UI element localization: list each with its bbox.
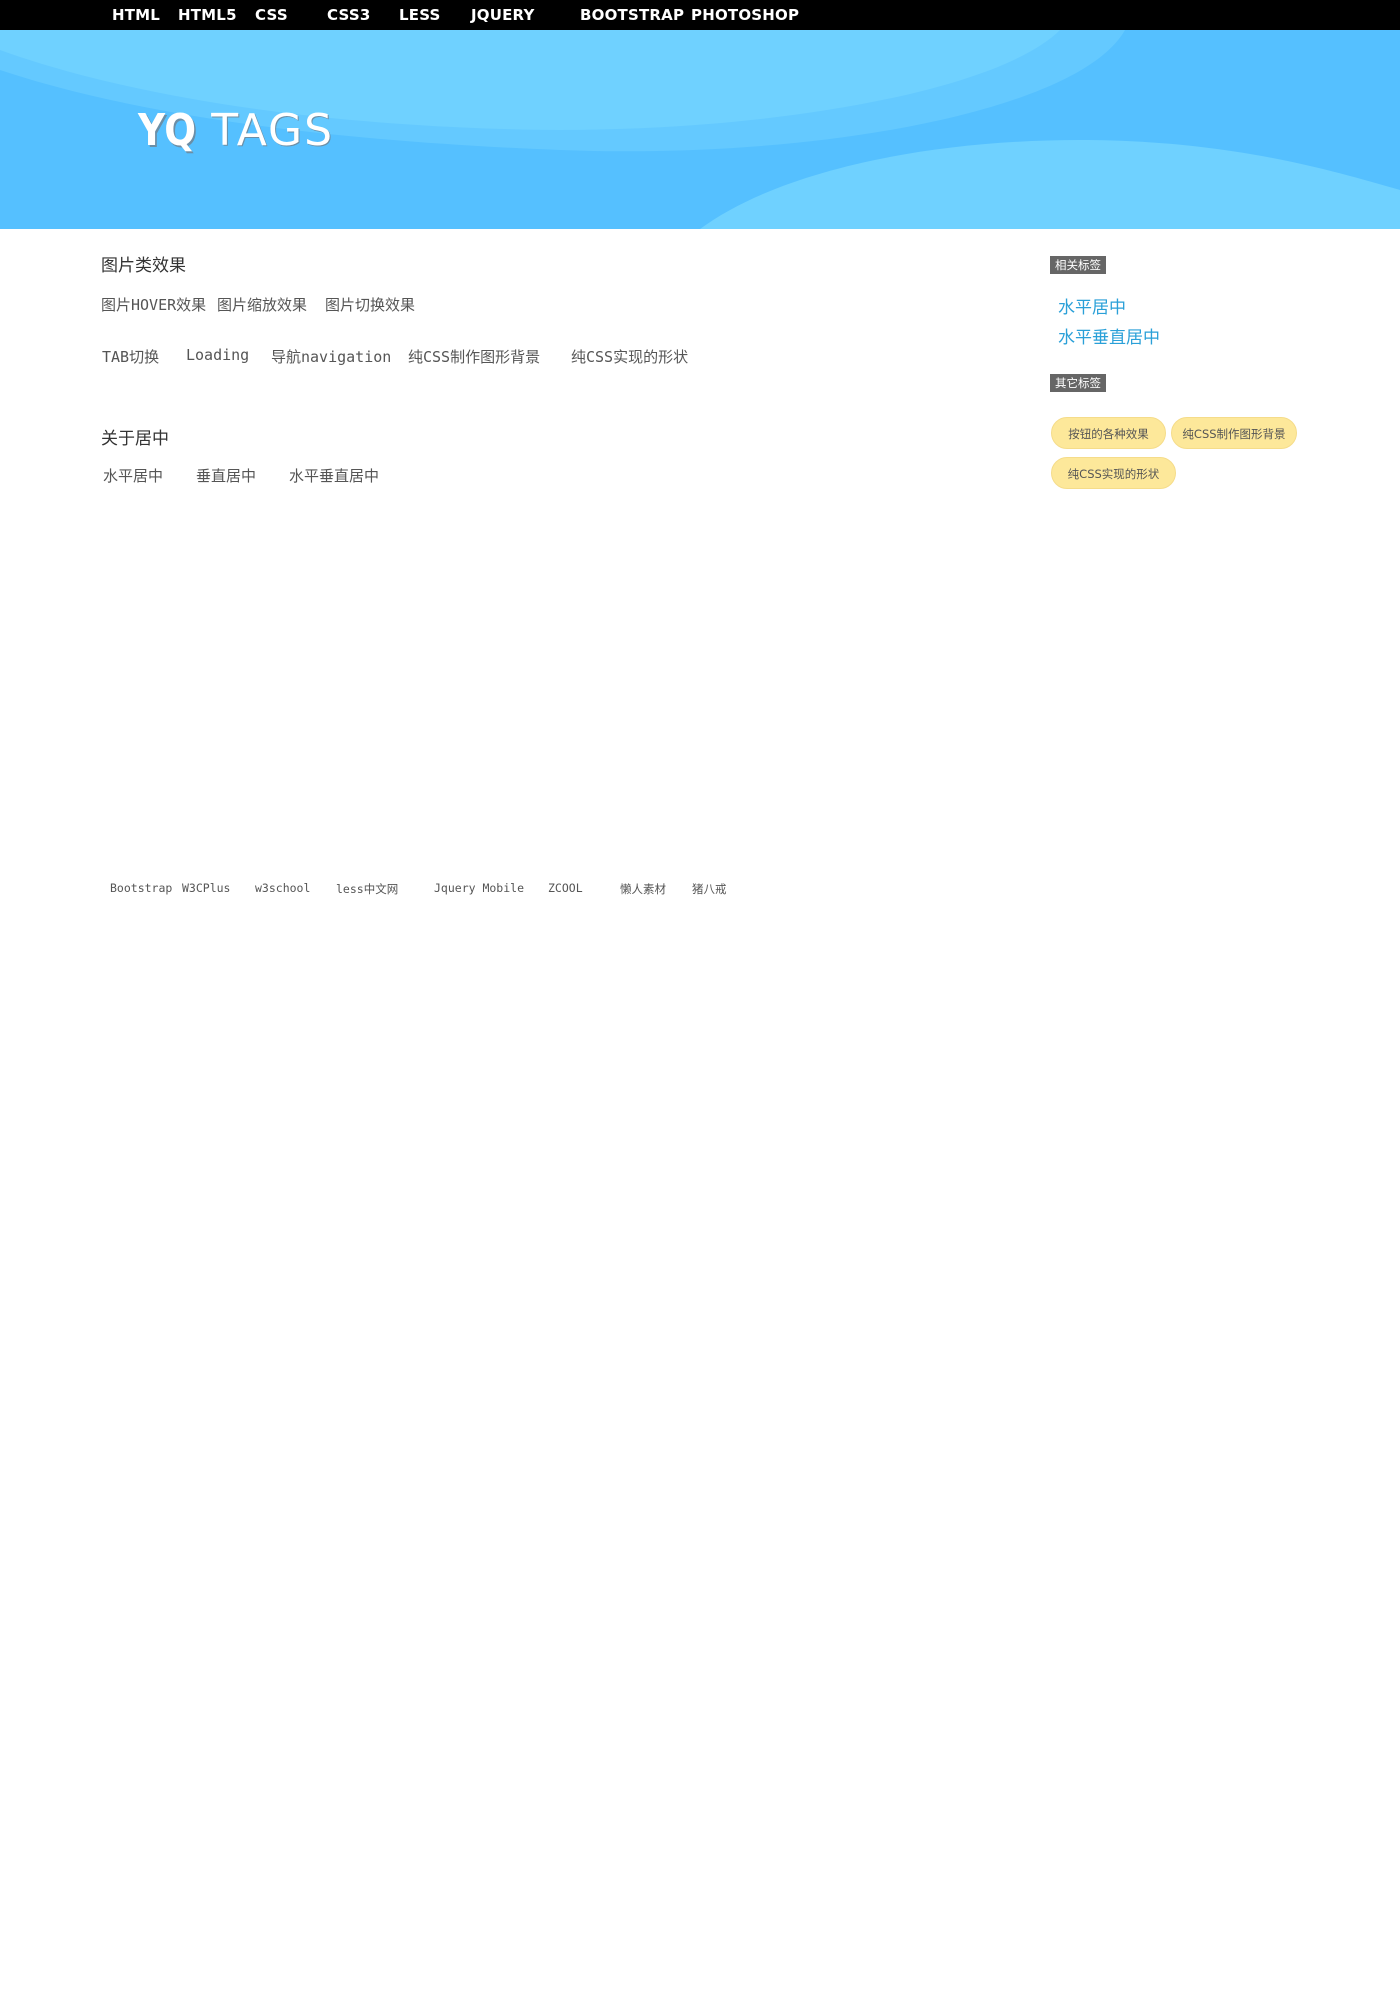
section-title-centering: 关于居中	[101, 429, 169, 449]
related-tag-hv-center[interactable]: 水平垂直居中	[1058, 323, 1160, 348]
tag-link-loading[interactable]: Loading	[186, 346, 249, 364]
nav-item-jquery[interactable]: JQUERY	[471, 0, 535, 30]
logo-tags: TAGS	[211, 105, 335, 156]
friend-link-jquery-mobile[interactable]: Jquery Mobile	[434, 881, 524, 895]
other-tag-css-bg[interactable]: 纯CSS制作图形背景	[1171, 417, 1297, 449]
tag-link-css-bg[interactable]: 纯CSS制作图形背景	[408, 346, 540, 367]
tag-link-image-switch[interactable]: 图片切换效果	[325, 294, 415, 315]
site-logo[interactable]: YQ TAGS	[138, 105, 334, 165]
nav-item-css[interactable]: CSS	[255, 0, 288, 30]
tag-link-vertical-center[interactable]: 垂直居中	[196, 465, 256, 486]
other-tag-css-shapes[interactable]: 纯CSS实现的形状	[1051, 457, 1176, 489]
header-banner: YQ TAGS	[0, 30, 1400, 229]
nav-item-bootstrap[interactable]: BOOTSTRAP	[580, 0, 684, 30]
nav-item-less[interactable]: LESS	[399, 0, 441, 30]
friend-link-bootstrap[interactable]: Bootstrap	[110, 881, 172, 895]
other-tag-button-effects[interactable]: 按钮的各种效果	[1051, 417, 1166, 449]
friend-link-less[interactable]: less中文网	[336, 881, 398, 897]
sidebar-heading-related: 相关标签	[1050, 256, 1106, 274]
friend-link-lanren[interactable]: 懒人素材	[620, 881, 666, 897]
related-tag-horizontal-center[interactable]: 水平居中	[1058, 293, 1126, 318]
nav-item-html5[interactable]: HTML5	[178, 0, 237, 30]
tag-link-horizontal-center[interactable]: 水平居中	[103, 465, 163, 486]
tag-link-tab-switch[interactable]: TAB切换	[102, 346, 159, 367]
tag-link-navigation[interactable]: 导航navigation	[271, 346, 391, 367]
nav-item-photoshop[interactable]: PHOTOSHOP	[691, 0, 799, 30]
tag-link-image-zoom[interactable]: 图片缩放效果	[217, 294, 307, 315]
tag-link-hv-center[interactable]: 水平垂直居中	[289, 465, 379, 486]
nav-item-css3[interactable]: CSS3	[327, 0, 370, 30]
tag-link-image-hover[interactable]: 图片HOVER效果	[101, 294, 206, 315]
tag-link-css-shapes[interactable]: 纯CSS实现的形状	[571, 346, 688, 367]
logo-yq: YQ	[138, 105, 196, 156]
top-nav: HTML HTML5 CSS CSS3 LESS JQUERY BOOTSTRA…	[0, 0, 1400, 30]
section-title-image-effects: 图片类效果	[101, 256, 186, 276]
sidebar-heading-other: 其它标签	[1050, 374, 1106, 392]
friend-link-zbj[interactable]: 猪八戒	[692, 881, 727, 897]
friend-link-w3cplus[interactable]: W3CPlus	[182, 881, 230, 895]
friend-link-w3school[interactable]: w3school	[255, 881, 310, 895]
friend-link-zcool[interactable]: ZCOOL	[548, 881, 583, 895]
nav-item-html[interactable]: HTML	[112, 0, 160, 30]
